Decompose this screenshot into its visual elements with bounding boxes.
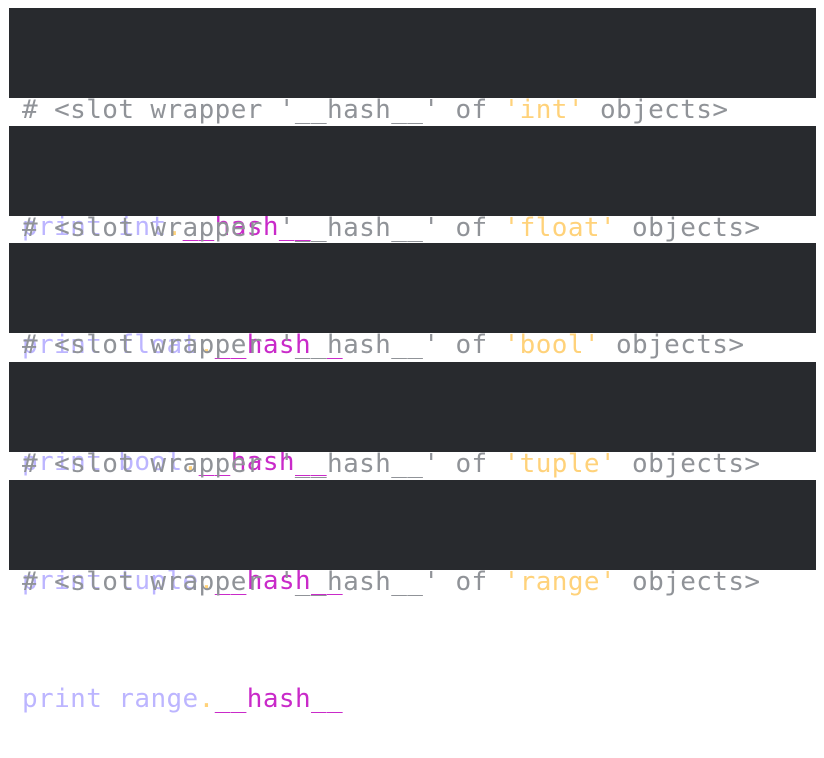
- comment-text: # <slot wrapper '__hash__' of: [22, 95, 504, 125]
- comment-text: objects>: [583, 95, 729, 125]
- print-function: print: [22, 684, 103, 714]
- comment-text: objects>: [615, 449, 761, 479]
- comment-line: # <slot wrapper '__hash__' of 'int' obje…: [22, 91, 816, 130]
- print-line: print(range.__hash__): [22, 680, 816, 719]
- dunder-attribute: __hash__: [214, 684, 344, 714]
- type-literal: 'bool': [503, 330, 600, 360]
- comment-text: objects>: [599, 330, 745, 360]
- code-block-int: # <slot wrapper '__hash__' of 'int' obje…: [9, 8, 816, 242]
- code-block-bool: # <slot wrapper '__hash__' of 'bool' obj…: [9, 243, 816, 477]
- type-name: range: [118, 684, 199, 714]
- open-paren: (: [102, 684, 119, 714]
- type-literal: 'tuple': [503, 449, 616, 479]
- comment-text: # <slot wrapper '__hash__' of: [22, 449, 504, 479]
- comment-text: # <slot wrapper '__hash__' of: [22, 330, 504, 360]
- comment-line: # <slot wrapper '__hash__' of 'tuple' ob…: [22, 445, 816, 484]
- type-literal: 'int': [503, 95, 584, 125]
- code-block-float: # <slot wrapper '__hash__' of 'float' ob…: [9, 126, 816, 360]
- type-literal: 'float': [503, 213, 616, 243]
- comment-line: # <slot wrapper '__hash__' of 'range' ob…: [22, 563, 816, 602]
- code-block-tuple: # <slot wrapper '__hash__' of 'tuple' ob…: [9, 362, 816, 596]
- close-paren: ): [343, 684, 360, 714]
- comment-line: # <slot wrapper '__hash__' of 'bool' obj…: [22, 326, 816, 365]
- code-block-range: # <slot wrapper '__hash__' of 'range' ob…: [9, 480, 816, 714]
- comment-text: # <slot wrapper '__hash__' of: [22, 213, 504, 243]
- comment-text: objects>: [615, 213, 761, 243]
- attribute-dot: .: [198, 684, 215, 714]
